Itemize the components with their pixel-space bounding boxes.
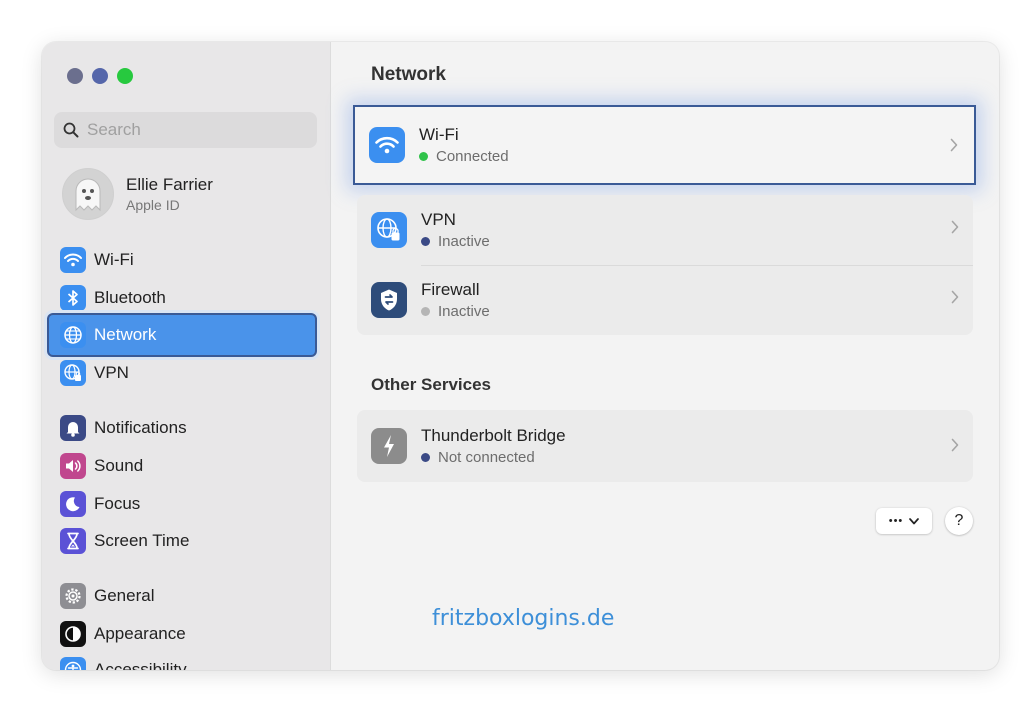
network-pane: Network Wi‑Fi Connected VPN Inactive Fir… <box>331 42 999 670</box>
sidebar-item-label: Sound <box>94 456 144 475</box>
user-subtitle: Apple ID <box>126 196 180 213</box>
status-text: Connected <box>436 147 509 165</box>
apple-id-account[interactable]: Ellie Farrier Apple ID <box>62 168 213 220</box>
status-dot <box>421 307 430 316</box>
sidebar-item-wifi[interactable]: Wi‑Fi <box>60 243 314 277</box>
service-row-vpn[interactable]: VPN Inactive <box>357 195 973 265</box>
sidebar-item-screen-time[interactable]: Screen Time <box>60 524 314 558</box>
firewall-icon <box>371 282 407 318</box>
settings-window: Ellie Farrier Apple ID Wi‑Fi Blue <box>42 42 999 670</box>
globe-icon <box>60 322 86 348</box>
bluetooth-icon <box>60 285 86 311</box>
more-actions-label: ••• <box>888 515 904 527</box>
status-text: Not connected <box>438 448 535 466</box>
service-row-firewall[interactable]: Firewall Inactive <box>357 265 973 335</box>
ghost-avatar-icon <box>75 178 101 212</box>
search-field[interactable] <box>54 112 317 148</box>
appearance-icon <box>60 621 86 647</box>
zoom-window-button[interactable] <box>117 68 133 84</box>
thunderbolt-icon <box>371 428 407 464</box>
service-title: Wi‑Fi <box>419 124 459 144</box>
chevron-right-icon <box>951 438 959 452</box>
sidebar-item-label: General <box>94 586 155 605</box>
sidebar-item-bluetooth[interactable]: Bluetooth <box>60 281 314 315</box>
search-input[interactable] <box>85 119 309 141</box>
status-dot <box>419 152 428 161</box>
service-row-thunderbolt-bridge[interactable]: Thunderbolt Bridge Not connected <box>357 410 973 482</box>
service-status: Inactive <box>421 233 490 251</box>
minimize-window-button[interactable] <box>92 68 108 84</box>
sidebar-item-label: Screen Time <box>94 531 190 550</box>
accessibility-icon <box>60 657 86 670</box>
other-services-group: Thunderbolt Bridge Not connected <box>357 410 973 482</box>
sidebar: Ellie Farrier Apple ID Wi‑Fi Blue <box>42 42 331 670</box>
avatar <box>62 168 114 220</box>
search-icon <box>63 122 79 138</box>
sidebar-item-label: Network <box>94 325 157 344</box>
status-dot <box>421 237 430 246</box>
help-button[interactable]: ? <box>945 507 973 535</box>
gear-icon <box>60 583 86 609</box>
more-actions-button[interactable]: ••• <box>876 508 932 534</box>
sidebar-item-focus[interactable]: Focus <box>60 487 314 521</box>
notifications-icon <box>60 415 86 441</box>
chevron-right-icon <box>951 220 959 234</box>
sidebar-item-network[interactable]: Network <box>49 315 315 355</box>
service-title: VPN <box>421 209 456 229</box>
sidebar-item-label: Bluetooth <box>94 288 166 307</box>
wifi-icon <box>369 127 405 163</box>
user-name: Ellie Farrier <box>126 174 213 194</box>
sidebar-item-appearance[interactable]: Appearance <box>60 617 314 651</box>
sidebar-item-label: Accessibility <box>94 660 187 670</box>
sidebar-item-general[interactable]: General <box>60 579 314 613</box>
help-label: ? <box>954 512 964 529</box>
wifi-icon <box>60 247 86 273</box>
sidebar-item-label: Notifications <box>94 418 187 437</box>
service-status: Inactive <box>421 303 490 321</box>
watermark-text: fritzboxlogins.de <box>432 606 615 631</box>
other-services-title: Other Services <box>371 375 492 394</box>
chevron-right-icon <box>951 290 959 304</box>
status-text: Inactive <box>438 232 490 250</box>
sound-icon <box>60 453 86 479</box>
service-status: Not connected <box>421 449 566 467</box>
vpn-icon <box>60 360 86 386</box>
sidebar-item-accessibility[interactable]: Accessibility <box>60 653 314 670</box>
sidebar-item-sound[interactable]: Sound <box>60 449 314 483</box>
chevron-right-icon <box>950 138 958 152</box>
services-group: VPN Inactive Firewall Inactive <box>357 195 973 335</box>
service-title: Thunderbolt Bridge <box>421 425 566 445</box>
sidebar-item-label: Focus <box>94 494 141 513</box>
hourglass-icon <box>60 528 86 554</box>
sidebar-item-notifications[interactable]: Notifications <box>60 411 314 445</box>
service-status: Connected <box>419 148 509 166</box>
close-window-button[interactable] <box>67 68 83 84</box>
page-title: Network <box>371 64 446 85</box>
moon-icon <box>60 491 86 517</box>
vpn-icon <box>371 212 407 248</box>
status-dot <box>421 453 430 462</box>
sidebar-item-label: VPN <box>94 363 129 382</box>
sidebar-item-label: Appearance <box>94 624 186 643</box>
sidebar-item-vpn[interactable]: VPN <box>60 356 314 390</box>
window-controls <box>67 68 133 84</box>
sidebar-item-label: Wi‑Fi <box>94 250 134 269</box>
status-text: Inactive <box>438 302 490 320</box>
service-row-wifi[interactable]: Wi‑Fi Connected <box>353 105 976 185</box>
service-title: Firewall <box>421 279 480 299</box>
chevron-down-icon <box>909 517 920 524</box>
